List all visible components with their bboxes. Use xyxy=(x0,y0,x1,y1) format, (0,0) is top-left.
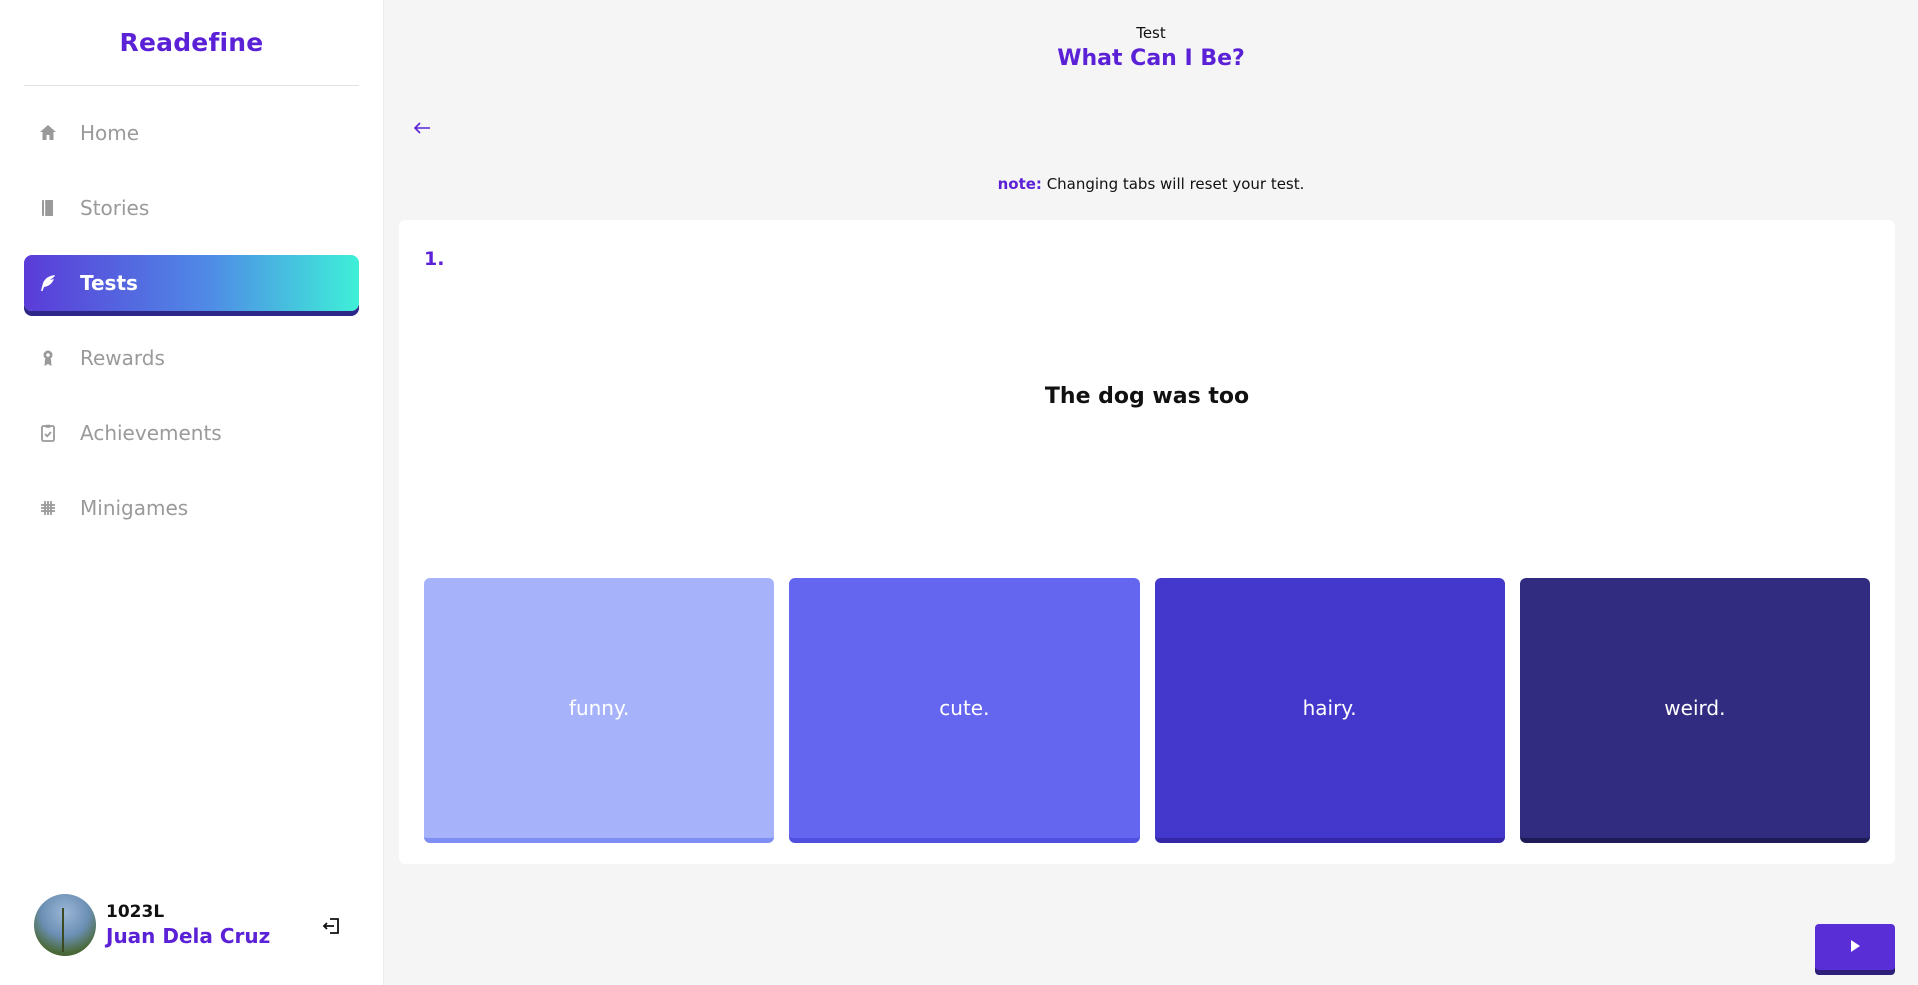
avatar[interactable] xyxy=(34,894,96,956)
sidebar-item-tests[interactable]: Tests xyxy=(24,255,359,311)
sidebar-item-label: Minigames xyxy=(80,496,189,520)
sidebar-item-label: Home xyxy=(80,121,140,145)
sidebar-item-achievements[interactable]: Achievements xyxy=(24,405,359,461)
home-icon xyxy=(28,123,68,143)
brand-logo-text[interactable]: Readefine xyxy=(120,28,264,57)
sidebar-item-stories[interactable]: Stories xyxy=(24,180,359,236)
question-number: 1. xyxy=(424,248,445,270)
sidebar-item-label: Rewards xyxy=(80,346,165,370)
note-label: note: xyxy=(997,175,1042,193)
user-code: 1023L xyxy=(106,902,165,922)
sidebar-nav: Home Stories Tests Rewards Achievements xyxy=(24,105,359,555)
answer-options: funny. cute. hairy. weird. xyxy=(424,578,1870,843)
sidebar-item-label: Stories xyxy=(80,196,150,220)
sidebar-item-label: Achievements xyxy=(80,421,222,445)
next-button[interactable] xyxy=(1815,924,1895,970)
note-text: Changing tabs will reset your test. xyxy=(1041,175,1305,193)
page-title: What Can I Be? xyxy=(1057,46,1245,71)
sidebar-item-label: Tests xyxy=(80,271,138,295)
question-card: 1. The dog was too funny. cute. hairy. w… xyxy=(399,220,1895,864)
page-subtitle: Test xyxy=(1136,24,1166,42)
award-icon xyxy=(28,348,68,368)
sidebar-item-home[interactable]: Home xyxy=(24,105,359,161)
grid-icon xyxy=(28,498,68,518)
answer-option-label: weird. xyxy=(1664,696,1726,720)
play-icon xyxy=(1847,938,1863,957)
answer-option-1[interactable]: funny. xyxy=(424,578,775,843)
brand-header: Readefine xyxy=(24,0,359,86)
answer-option-label: hairy. xyxy=(1302,696,1357,720)
logout-icon[interactable] xyxy=(320,914,344,938)
sidebar-item-rewards[interactable]: Rewards xyxy=(24,330,359,386)
user-info: 1023L Juan Dela Cruz xyxy=(106,902,270,948)
back-arrow-icon[interactable] xyxy=(410,116,434,140)
answer-option-2[interactable]: cute. xyxy=(789,578,1140,843)
user-profile: 1023L Juan Dela Cruz xyxy=(34,894,354,956)
page-header: Test What Can I Be? xyxy=(384,24,1918,71)
book-icon xyxy=(28,198,68,218)
sidebar-item-minigames[interactable]: Minigames xyxy=(24,480,359,536)
user-name: Juan Dela Cruz xyxy=(106,924,271,948)
feather-icon xyxy=(28,273,68,293)
sidebar: Readefine Home Stories Tests Rewards Ach… xyxy=(0,0,384,985)
question-text: The dog was too xyxy=(1044,384,1250,409)
answer-option-3[interactable]: hairy. xyxy=(1154,578,1505,843)
note-banner: note: Changing tabs will reset your test… xyxy=(384,175,1918,193)
answer-option-4[interactable]: weird. xyxy=(1519,578,1870,843)
clipboard-check-icon xyxy=(28,423,68,443)
answer-option-label: cute. xyxy=(939,696,990,720)
answer-option-label: funny. xyxy=(568,696,630,720)
